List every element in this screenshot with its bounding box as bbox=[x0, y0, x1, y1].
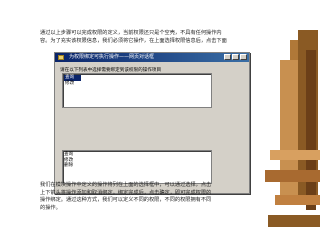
instruction-paragraph-top: 通过以上步骤可以完成权限的定义，当前权限还只是个空壳，不具有任何操作内 容。为了… bbox=[40, 30, 286, 45]
bind-operations-dialog: 为权限绑定可执行操作——网页对话框 请在以下列表中选择需要绑定到该权限的操作项目… bbox=[54, 52, 250, 194]
dialog-titlebar[interactable]: 为权限绑定可执行操作——网页对话框 bbox=[55, 53, 249, 62]
list-item[interactable]: 修改 bbox=[64, 81, 210, 87]
paragraph-line: 的操作。 bbox=[40, 204, 61, 211]
slide: 通过以上步骤可以完成权限的定义，当前权限还只是个空壳，不具有任何操作内 容。为了… bbox=[0, 0, 320, 240]
paragraph-line: 通过以上步骤可以完成权限的定义，当前权限还只是个空壳，不具有任何操作内 bbox=[40, 30, 222, 36]
app-icon bbox=[58, 55, 64, 60]
available-operations-list[interactable]: 查询 修改 bbox=[62, 73, 212, 108]
window-controls bbox=[224, 54, 247, 60]
minimize-button[interactable] bbox=[224, 54, 231, 60]
paragraph-line: 我们在模块操作中定义的操作将列在上面的选择框中，可以通过选择，点击 bbox=[40, 182, 212, 188]
dialog-title: 为权限绑定可执行操作——网页对话框 bbox=[69, 54, 155, 60]
list-item[interactable]: 删除 bbox=[64, 163, 210, 169]
paragraph-line: 操作绑定。通过这种方式，我们可以定义不同的权限，不同的权限拥有不同 bbox=[40, 197, 212, 204]
bound-operations-list[interactable]: 查询 修改 删除 bbox=[62, 150, 212, 184]
instruction-paragraph-bottom: 我们在模块操作中定义的操作将列在上面的选择框中，可以通过选择，点击 上下箭头将操… bbox=[40, 182, 282, 212]
maximize-button[interactable] bbox=[232, 54, 239, 60]
dialog-body: 请在以下列表中选择需要绑定到该权限的操作项目 查询 修改 查询 修改 删除 bbox=[58, 65, 246, 190]
close-button[interactable] bbox=[240, 54, 247, 60]
paragraph-line: 容。为了充实该权限信息，我们必须将它操作，在上面选择权限信息后，点击下面 bbox=[40, 37, 227, 44]
